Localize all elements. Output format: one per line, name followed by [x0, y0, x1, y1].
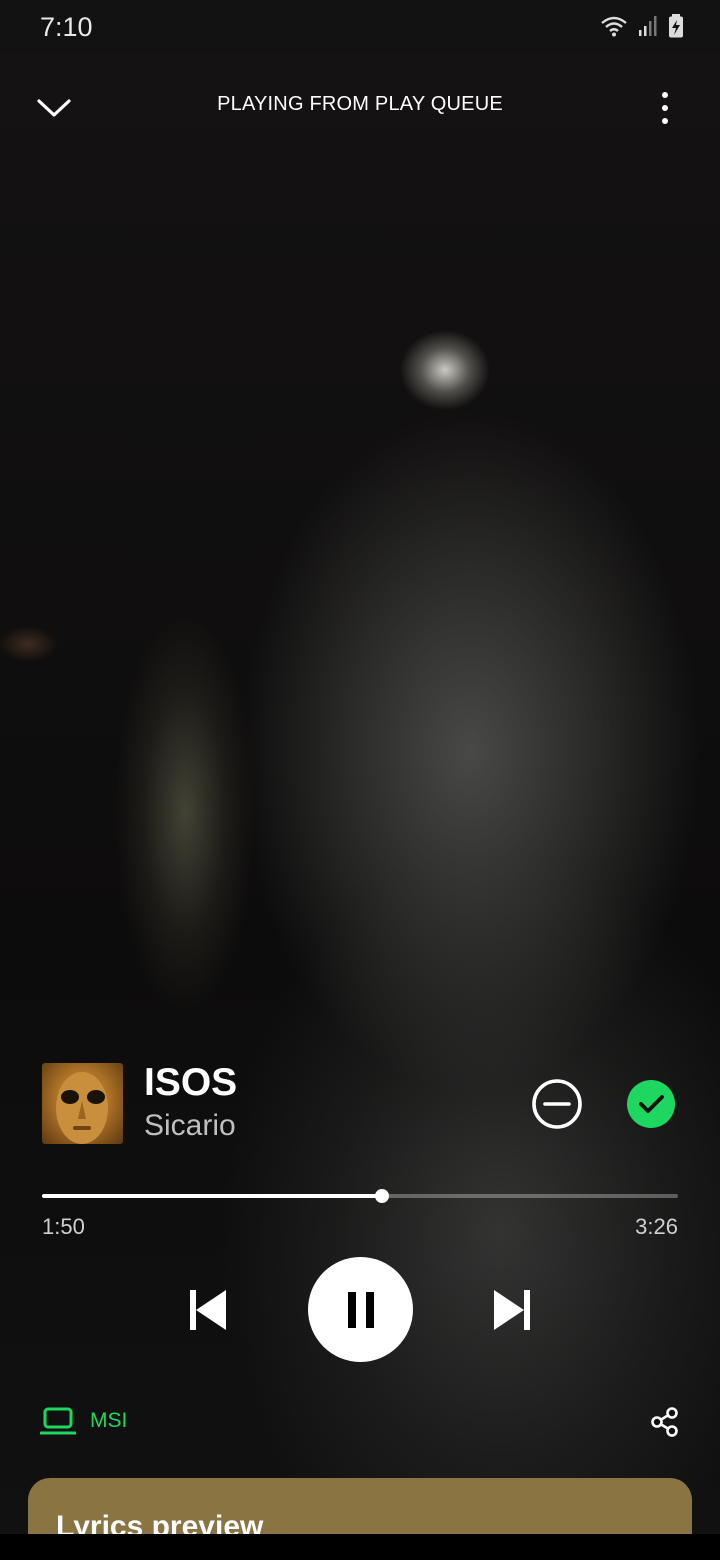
progress-slider[interactable]	[42, 1189, 678, 1203]
now-playing-screen: 7:10 PLAYING FROM PLAY QUEUE ISOS Sicari…	[0, 0, 720, 1560]
chevron-down-icon	[37, 99, 71, 117]
progress-handle[interactable]	[374, 1189, 389, 1203]
status-time: 7:10	[40, 12, 93, 42]
check-circle-icon	[627, 1080, 675, 1128]
liked-button[interactable]	[626, 1079, 676, 1129]
total-duration: 3:26	[635, 1214, 678, 1239]
album-cover[interactable]	[42, 1063, 123, 1144]
track-title: ISOS	[144, 1061, 238, 1104]
previous-button[interactable]	[186, 1288, 230, 1332]
track-info: ISOS Sicario	[42, 1061, 682, 1145]
share-icon	[651, 1407, 678, 1437]
playing-context-label: PLAYING FROM PLAY QUEUE	[217, 93, 503, 115]
signal-icon	[639, 16, 657, 36]
pause-button[interactable]	[308, 1257, 413, 1362]
remove-button[interactable]	[530, 1077, 584, 1131]
wifi-icon	[601, 16, 627, 37]
status-icons	[600, 14, 684, 38]
share-button[interactable]	[648, 1406, 680, 1438]
mask-artwork	[56, 1072, 108, 1144]
collapse-button[interactable]	[34, 88, 74, 128]
laptop-icon	[40, 1407, 76, 1435]
device-picker[interactable]: MSI	[40, 1406, 127, 1436]
navigation-bar	[0, 1534, 720, 1560]
device-name: MSI	[90, 1409, 128, 1432]
battery-charging-icon	[669, 14, 683, 38]
progress-fill	[42, 1194, 382, 1198]
more-vertical-icon	[662, 92, 668, 124]
next-button[interactable]	[490, 1288, 534, 1332]
minus-circle-icon	[532, 1079, 582, 1129]
more-options-button[interactable]	[645, 86, 685, 130]
elapsed-time: 1:50	[42, 1214, 85, 1239]
pause-icon	[347, 1291, 374, 1328]
status-bar: 7:10	[0, 0, 720, 52]
skip-previous-icon	[190, 1290, 226, 1330]
skip-next-icon	[494, 1290, 530, 1330]
track-artist[interactable]: Sicario	[144, 1109, 236, 1143]
